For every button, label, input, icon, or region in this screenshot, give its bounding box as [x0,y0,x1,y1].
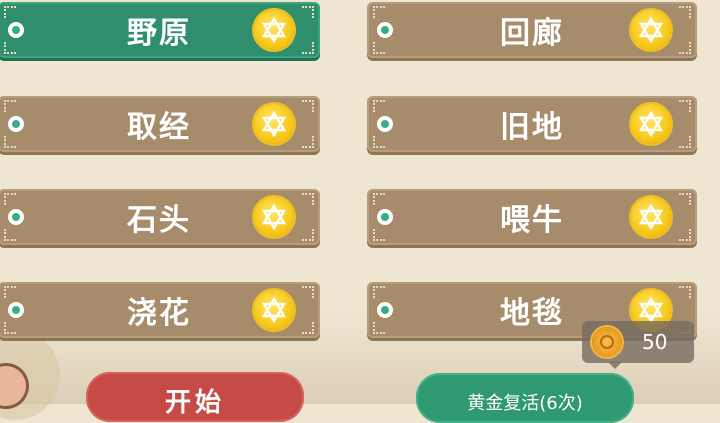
level-label: 野原 [127,16,191,51]
corner-ornament [373,322,385,334]
corner-ornament [4,6,16,18]
corner-ornament [4,42,16,54]
start-button-label: 开始 [164,388,225,418]
corner-ornament [373,229,385,241]
corner-ornament [679,136,691,148]
corner-ornament [302,229,314,241]
level-label: 旧地 [500,110,564,145]
start-button[interactable]: 开始 [86,372,304,422]
star-coin-icon [254,290,294,330]
star-coin-icon [631,10,671,50]
corner-ornament [373,286,385,298]
star-coin-icon [254,10,294,50]
star-coin-icon [631,197,671,237]
coin-amount: 50 [642,330,668,354]
corner-ornament [679,42,691,54]
corner-ornament [373,100,385,112]
corner-ornament [679,193,691,205]
star-coin-icon [631,104,671,144]
corner-ornament [302,193,314,205]
status-dot-icon [8,209,24,225]
corner-ornament [4,322,16,334]
star-coin-icon [254,197,294,237]
level-tile-1[interactable]: 野原 [0,2,320,58]
corner-ornament [373,193,385,205]
gold-revive-button[interactable]: 黄金复活(6次) [416,373,634,423]
gold-revive-button-label: 黄金复活(6次) [467,393,583,414]
status-dot-icon [377,116,393,132]
corner-ornament [4,229,16,241]
corner-ornament [373,136,385,148]
corner-ornament [679,229,691,241]
level-label: 回廊 [500,16,564,51]
level-tile-2[interactable]: 回廊 [367,2,697,58]
status-dot-icon [8,22,24,38]
level-tile-4[interactable]: 旧地 [367,96,697,152]
status-dot-icon [377,302,393,318]
corner-ornament [4,100,16,112]
coin-counter: 50 [582,321,694,369]
level-tile-7[interactable]: 浇花 [0,282,320,338]
corner-ornament [302,42,314,54]
corner-ornament [679,286,691,298]
gold-coin-icon [592,327,622,357]
level-label: 地毯 [500,296,564,331]
level-tile-5[interactable]: 石头 [0,189,320,245]
level-label: 浇花 [127,296,191,331]
status-dot-icon [377,22,393,38]
corner-ornament [302,286,314,298]
status-dot-icon [377,209,393,225]
level-tile-3[interactable]: 取经 [0,96,320,152]
corner-ornament [679,100,691,112]
corner-ornament [302,322,314,334]
corner-ornament [679,6,691,18]
level-label: 石头 [127,203,191,238]
status-dot-icon [8,302,24,318]
level-label: 喂牛 [500,203,564,238]
corner-ornament [4,136,16,148]
star-coin-icon [254,104,294,144]
corner-ornament [302,6,314,18]
tooltip-tail [608,362,622,369]
level-tile-6[interactable]: 喂牛 [367,189,697,245]
status-dot-icon [8,116,24,132]
corner-ornament [4,286,16,298]
corner-ornament [4,193,16,205]
corner-ornament [302,100,314,112]
level-label: 取经 [127,110,191,145]
corner-ornament [302,136,314,148]
corner-ornament [373,42,385,54]
corner-ornament [373,6,385,18]
